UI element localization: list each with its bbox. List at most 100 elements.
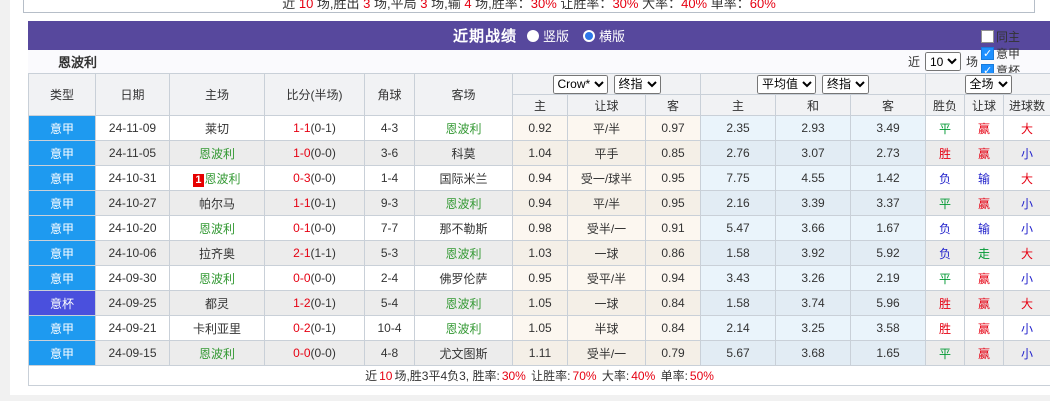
checkbox-同主[interactable]: 同主 <box>981 28 1044 45</box>
league-type-badge: 意甲 <box>29 166 96 191</box>
away-team-link[interactable]: 恩波利 <box>415 116 513 141</box>
away-team-link[interactable]: 那不勒斯 <box>415 216 513 241</box>
league-type-badge: 意甲 <box>29 216 96 241</box>
avg-home-odds: 1.58 <box>701 241 776 266</box>
col-header-type: 类型 <box>29 74 96 116</box>
avg-home-odds: 2.76 <box>701 141 776 166</box>
home-team-link[interactable]: 1恩波利 <box>170 166 265 191</box>
match-date: 24-10-20 <box>96 216 170 241</box>
summary-segment: 场,胜出 <box>313 0 363 11</box>
away-team-link[interactable]: 国际米兰 <box>415 166 513 191</box>
home-odds: 1.03 <box>513 241 568 266</box>
radio-icon[interactable] <box>583 30 595 42</box>
away-team-link[interactable]: 科莫 <box>415 141 513 166</box>
full-match-select[interactable]: 全场 <box>965 75 1012 94</box>
home-team-link[interactable]: 都灵 <box>170 291 265 316</box>
home-odds: 0.98 <box>513 216 568 241</box>
layout-radio-option[interactable]: 竖版 <box>527 26 569 45</box>
handicap-result: 赢 <box>965 266 1004 291</box>
score-cell: 1-1(0-1) <box>265 116 365 141</box>
checkbox-icon[interactable] <box>981 47 994 60</box>
match-date: 24-11-05 <box>96 141 170 166</box>
match-date: 24-09-21 <box>96 316 170 341</box>
radio-icon[interactable] <box>527 30 539 42</box>
away-odds: 0.95 <box>646 191 701 216</box>
average-odds-header: 平均值终指 <box>701 74 926 95</box>
away-odds: 0.84 <box>646 291 701 316</box>
handicap-line: 平/半 <box>568 191 646 216</box>
home-team-link[interactable]: 恩波利 <box>170 141 265 166</box>
match-row: 意甲 24-10-31 1恩波利 0-3(0-0) 1-4 国际米兰 0.94 … <box>29 166 1050 191</box>
home-odds: 0.92 <box>513 116 568 141</box>
average-time-select[interactable]: 终指 <box>822 75 869 94</box>
away-team-link[interactable]: 尤文图斯 <box>415 341 513 366</box>
away-team-link[interactable]: 佛罗伦萨 <box>415 266 513 291</box>
handicap-line: 一球 <box>568 241 646 266</box>
home-team-link[interactable]: 莱切 <box>170 116 265 141</box>
home-team-link[interactable]: 恩波利 <box>170 266 265 291</box>
away-odds: 0.94 <box>646 266 701 291</box>
checkbox-意甲[interactable]: 意甲 <box>981 45 1044 62</box>
handicap-line: 半球 <box>568 316 646 341</box>
avg-away-odds: 2.19 <box>851 266 926 291</box>
away-team-link[interactable]: 恩波利 <box>415 241 513 266</box>
team-name: 恩波利 <box>58 52 97 71</box>
section-title: 近期战绩 <box>453 25 517 46</box>
away-team-link[interactable]: 恩波利 <box>415 291 513 316</box>
home-team-link[interactable]: 帕尔马 <box>170 191 265 216</box>
avg-home-odds: 3.43 <box>701 266 776 291</box>
avg-away-odds: 3.58 <box>851 316 926 341</box>
match-row: 意甲 24-10-06 拉齐奥 2-1(1-1) 5-3 恩波利 1.03 一球… <box>29 241 1050 266</box>
summary-segment: 近 <box>364 369 378 383</box>
wdl-result: 平 <box>926 191 965 216</box>
checkbox-icon[interactable] <box>981 30 994 43</box>
avg-home-odds: 2.35 <box>701 116 776 141</box>
home-team-link[interactable]: 恩波利 <box>170 216 265 241</box>
corner-score: 4-3 <box>365 116 415 141</box>
handicap-line: 受平/半 <box>568 266 646 291</box>
avg-draw-odds: 3.26 <box>776 266 851 291</box>
match-date: 24-11-09 <box>96 116 170 141</box>
wdl-result: 胜 <box>926 141 965 166</box>
home-odds: 1.05 <box>513 291 568 316</box>
corner-score: 5-3 <box>365 241 415 266</box>
home-odds: 1.04 <box>513 141 568 166</box>
summary-segment: 大率: <box>598 369 631 383</box>
score-cell: 0-2(0-1) <box>265 316 365 341</box>
avg-away-odds: 1.42 <box>851 166 926 191</box>
away-team-link[interactable]: 恩波利 <box>415 191 513 216</box>
col-header-home: 主场 <box>170 74 265 116</box>
league-type-badge: 意甲 <box>29 191 96 216</box>
match-row: 意甲 24-09-21 卡利亚里 0-2(0-1) 10-4 恩波利 1.05 … <box>29 316 1050 341</box>
home-odds: 1.05 <box>513 316 568 341</box>
summary-segment: 近 <box>282 0 299 11</box>
layout-radio-selected[interactable]: 横版 <box>583 26 625 45</box>
handicap-result: 赢 <box>965 116 1004 141</box>
section-header-bar: 近期战绩 竖版 横版 <box>28 21 1050 50</box>
home-team-link[interactable]: 恩波利 <box>170 341 265 366</box>
corner-score: 10-4 <box>365 316 415 341</box>
home-odds: 1.11 <box>513 341 568 366</box>
wdl-result: 负 <box>926 166 965 191</box>
radio-label: 横版 <box>599 26 625 45</box>
odds-time-select[interactable]: 终指 <box>614 75 661 94</box>
odds-provider-select[interactable]: Crow* <box>553 75 608 94</box>
wdl-result: 平 <box>926 116 965 141</box>
summary-segment: 30% <box>612 0 638 11</box>
goals-result: 小 <box>1004 266 1050 291</box>
home-team-link[interactable]: 拉齐奥 <box>170 241 265 266</box>
average-select[interactable]: 平均值 <box>757 75 816 94</box>
avg-draw-odds: 3.39 <box>776 191 851 216</box>
away-odds: 0.86 <box>646 241 701 266</box>
corner-score: 5-4 <box>365 291 415 316</box>
match-count-select[interactable]: 10 <box>925 52 961 71</box>
match-row: 意甲 24-09-30 恩波利 0-0(0-0) 2-4 佛罗伦萨 0.95 受… <box>29 266 1050 291</box>
away-team-link[interactable]: 恩波利 <box>415 316 513 341</box>
avg-home-odds: 1.58 <box>701 291 776 316</box>
summary-segment: 场,胜3平4负3, 胜率: <box>393 369 500 383</box>
summary-segment: 10 <box>378 369 393 383</box>
home-team-link[interactable]: 卡利亚里 <box>170 316 265 341</box>
league-type-badge: 意甲 <box>29 141 96 166</box>
handicap-result: 赢 <box>965 341 1004 366</box>
match-date: 24-09-30 <box>96 266 170 291</box>
